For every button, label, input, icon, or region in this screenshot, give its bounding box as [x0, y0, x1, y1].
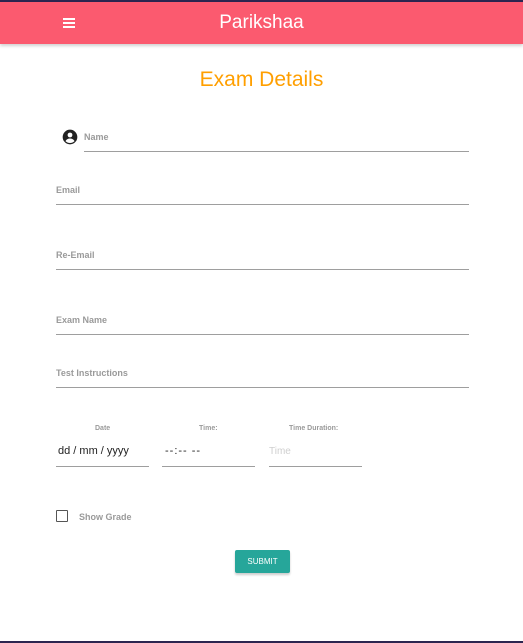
app-bar: Parikshaa	[0, 2, 523, 44]
test-instructions-label: Test Instructions	[56, 368, 128, 378]
reemail-underline	[56, 269, 469, 270]
exam-name-field[interactable]: Exam Name	[56, 314, 469, 335]
date-label: Date	[95, 425, 111, 432]
email-field[interactable]: Email	[56, 184, 469, 205]
exam-name-label: Exam Name	[56, 315, 108, 325]
time-input[interactable]: --:-- --	[162, 440, 255, 467]
time-duration-label: Time Duration:	[289, 425, 339, 432]
name-underline	[84, 151, 469, 152]
time-duration-placeholder: Time	[269, 446, 291, 457]
name-label: Name	[84, 132, 109, 142]
page-title: Exam Details	[199, 68, 324, 91]
account-circle-icon	[62, 129, 78, 145]
test-instructions-field[interactable]: Test Instructions	[56, 367, 469, 388]
email-underline	[56, 204, 469, 205]
exam-name-underline	[56, 334, 469, 335]
show-grade-label: Show Grade	[79, 512, 132, 522]
time-underline	[162, 466, 255, 467]
date-input[interactable]: dd / mm / yyyy	[56, 440, 149, 467]
submit-button[interactable]: SUBMIT	[235, 550, 290, 573]
reemail-label: Re-Email	[56, 250, 95, 260]
email-label: Email	[56, 185, 81, 195]
time-duration-underline	[269, 466, 362, 467]
name-field[interactable]: Name	[84, 131, 469, 152]
reemail-field[interactable]: Re-Email	[56, 249, 469, 270]
app-title: Parikshaa	[219, 12, 304, 33]
show-grade-checkbox[interactable]	[56, 510, 68, 522]
date-value: dd / mm / yyyy	[58, 445, 129, 457]
time-label: Time:	[199, 425, 218, 432]
time-duration-input[interactable]: Time	[269, 440, 362, 467]
test-instructions-underline	[56, 387, 469, 388]
time-value: --:-- --	[165, 445, 202, 457]
date-underline	[56, 466, 149, 467]
